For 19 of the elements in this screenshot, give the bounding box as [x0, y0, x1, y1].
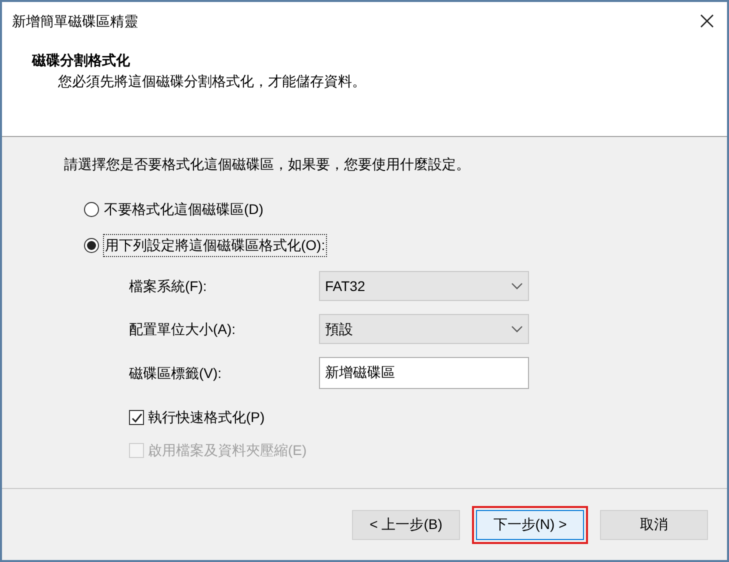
chevron-down-icon: [511, 325, 523, 333]
instruction-text: 請選擇您是否要格式化這個磁碟區，如果要，您要使用什麼設定。: [64, 155, 470, 174]
dropdown[interactable]: 預設: [319, 314, 529, 344]
window-title: 新增簡單磁碟區精靈: [12, 12, 138, 30]
checkmark-icon: [130, 412, 142, 424]
chevron-down-icon: [511, 282, 523, 290]
field-label: 檔案系統(F):: [129, 276, 208, 296]
page-description: 您必須先將這個磁碟分割格式化，才能儲存資料。: [57, 72, 366, 91]
text-field[interactable]: 新增磁碟區: [319, 357, 529, 389]
field-label: 磁碟區標籤(V):: [129, 364, 223, 383]
field-label: 配置單位大小(A):: [129, 320, 237, 339]
dropdown[interactable]: FAT32: [319, 271, 529, 301]
wizard-button[interactable]: 下一步(N) >: [476, 510, 584, 540]
radio-option[interactable]: 不要格式化這個磁碟區(D): [84, 199, 264, 220]
checkbox-option[interactable]: 執行快速格式化(P): [129, 407, 265, 428]
wizard-button[interactable]: 取消: [600, 510, 708, 540]
page-heading: 磁碟分割格式化: [32, 51, 130, 70]
wizard-button[interactable]: < 上一步(B): [352, 510, 460, 540]
close-icon[interactable]: [699, 13, 715, 29]
